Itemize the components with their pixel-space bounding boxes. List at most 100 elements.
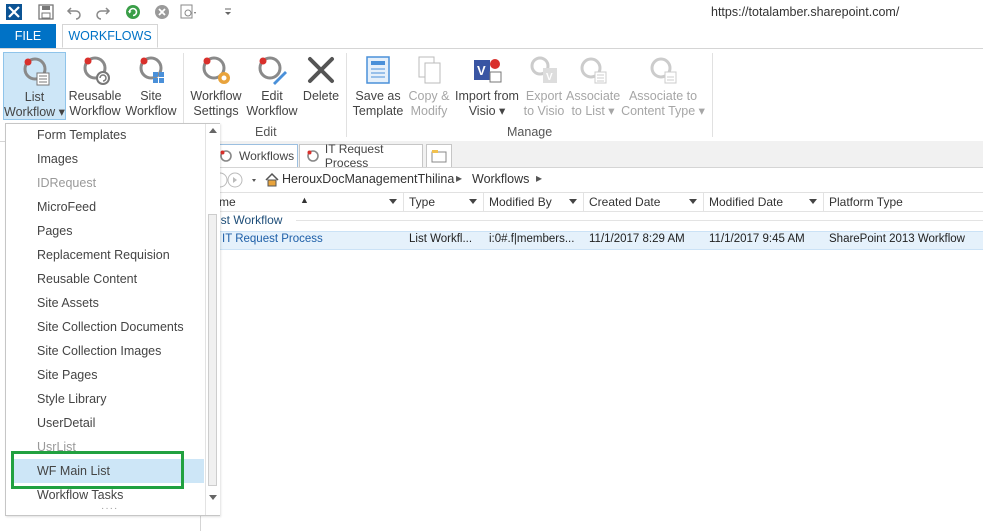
- home-icon[interactable]: [264, 172, 280, 188]
- manage-group-label: Manage: [507, 125, 553, 139]
- list-item[interactable]: Site Pages: [37, 368, 97, 382]
- breadcrumb: HerouxDocManagementThilina ▸ Workflows ▸: [200, 168, 983, 193]
- associate-to-list-button[interactable]: Associate to List ▾: [566, 52, 620, 119]
- tab-workflows-label: Workflows: [239, 149, 295, 163]
- annotation-highlight-box: [11, 451, 184, 489]
- list-item[interactable]: Site Assets: [37, 296, 99, 310]
- column-created-date[interactable]: Created Date: [584, 193, 704, 211]
- breadcrumb-separator: ▸: [536, 171, 543, 185]
- breadcrumb-site[interactable]: HerouxDocManagementThilina: [282, 172, 454, 186]
- quick-access-toolbar: https://totalamber.sharepoint.com/: [0, 0, 983, 24]
- ribbon-separator: [346, 53, 347, 137]
- edit-workflow-button[interactable]: Edit Workflow: [244, 52, 300, 119]
- column-modified-by-label: Modified By: [489, 195, 552, 209]
- filter-dropdown-icon[interactable]: [689, 199, 697, 204]
- edit-workflow-label-2: Workflow: [246, 104, 298, 118]
- breadcrumb-workflows[interactable]: Workflows: [472, 172, 529, 186]
- associate-to-list-label-2: to List ▾: [571, 104, 615, 118]
- site-workflow-button[interactable]: Site Workflow: [124, 52, 178, 119]
- cell-modified-by: i:0#.f|members...: [489, 233, 575, 245]
- save-icon[interactable]: [37, 3, 55, 21]
- column-type-label: Type: [409, 195, 436, 209]
- list-item[interactable]: Pages: [37, 224, 72, 238]
- tab-workflows-doc[interactable]: Workflows: [212, 144, 298, 167]
- delete-button[interactable]: Delete: [300, 52, 342, 104]
- column-modified-date-label: Modified Date: [709, 195, 784, 209]
- column-type[interactable]: Type: [404, 193, 484, 211]
- associate-content-type-icon: [650, 57, 677, 84]
- associate-to-content-type-button[interactable]: Associate to Content Type ▾: [620, 52, 706, 119]
- list-item[interactable]: Form Templates: [37, 128, 126, 142]
- customize-toolbar-icon[interactable]: [219, 3, 237, 21]
- site-workflow-label-1: Site: [140, 89, 162, 103]
- column-platform-type-label: Platform Type: [829, 195, 903, 209]
- save-as-template-label-1: Save as: [355, 89, 401, 103]
- group-divider: [296, 220, 983, 221]
- list-workflow-icon: [23, 57, 49, 86]
- list-item[interactable]: Site Collection Images: [37, 344, 161, 358]
- table-row[interactable]: IT Request Process List Workfl... i:0#.f…: [200, 231, 983, 250]
- preview-icon[interactable]: [180, 3, 198, 21]
- back-forward-icon[interactable]: [218, 172, 258, 188]
- site-url: https://totalamber.sharepoint.com/: [711, 5, 900, 19]
- tab-workflows[interactable]: WORKFLOWS: [62, 24, 158, 48]
- delete-icon: [308, 57, 334, 83]
- delete-label: Delete: [302, 89, 340, 103]
- new-tab-button[interactable]: [426, 144, 452, 167]
- column-created-date-label: Created Date: [589, 195, 661, 209]
- site-workflow-icon: [139, 56, 164, 83]
- document-tabs: Workflows IT Request Process: [200, 141, 983, 170]
- associate-to-content-type-label-2: Content Type ▾: [621, 104, 705, 118]
- list-item[interactable]: MicroFeed: [37, 200, 96, 214]
- stop-icon[interactable]: [153, 3, 171, 21]
- undo-icon[interactable]: [65, 3, 83, 21]
- save-as-template-button[interactable]: Save as Template: [350, 52, 406, 119]
- export-to-visio-button[interactable]: V Export to Visio: [522, 52, 566, 119]
- column-name-label: me: [219, 195, 236, 209]
- column-name[interactable]: me ▲: [214, 193, 404, 211]
- filter-dropdown-icon[interactable]: [569, 199, 577, 204]
- scrollbar-thumb[interactable]: [208, 214, 217, 486]
- reusable-workflow-label-1: Reusable: [68, 89, 122, 103]
- list-item[interactable]: Style Library: [37, 392, 106, 406]
- filter-dropdown-icon[interactable]: [809, 199, 817, 204]
- resize-grip-icon[interactable]: ····: [101, 503, 118, 514]
- redo-icon[interactable]: [94, 3, 112, 21]
- import-from-visio-label-1: Import from: [455, 89, 519, 103]
- list-item[interactable]: UserDetail: [37, 416, 95, 430]
- edit-workflow-label-1: Edit: [261, 89, 283, 103]
- export-to-visio-label-1: Export: [525, 89, 563, 103]
- list-item[interactable]: Site Collection Documents: [37, 320, 184, 334]
- list-item[interactable]: Images: [37, 152, 78, 166]
- copy-modify-label-2: Modify: [410, 104, 448, 118]
- filter-dropdown-icon[interactable]: [389, 199, 397, 204]
- column-platform-type[interactable]: Platform Type: [824, 193, 983, 211]
- tab-file[interactable]: FILE: [0, 24, 56, 48]
- site-workflow-label-2: Workflow: [125, 104, 177, 118]
- list-item[interactable]: Reusable Content: [37, 272, 137, 286]
- refresh-icon[interactable]: [124, 3, 142, 21]
- cell-name[interactable]: IT Request Process: [222, 233, 323, 245]
- reusable-workflow-button[interactable]: Reusable Workflow: [68, 52, 122, 119]
- import-from-visio-button[interactable]: V Import from Visio ▾: [452, 52, 522, 119]
- copy-modify-button[interactable]: Copy & Modify: [405, 52, 453, 119]
- associate-to-list-label-1: Associate: [566, 89, 621, 103]
- list-item[interactable]: IDRequest: [37, 176, 96, 190]
- grid-header: me ▲ Type Modified By Created Date Modif…: [200, 193, 983, 212]
- svg-text:V: V: [546, 72, 553, 83]
- scroll-down-icon[interactable]: [209, 495, 217, 500]
- column-modified-date[interactable]: Modified Date: [704, 193, 824, 211]
- group-label: ist Workflow: [218, 213, 283, 227]
- list-item[interactable]: Replacement Requision: [37, 248, 170, 262]
- cell-type: List Workfl...: [409, 233, 473, 245]
- list-item[interactable]: Workflow Tasks: [37, 488, 123, 502]
- group-header-row[interactable]: ist Workflow: [200, 212, 983, 229]
- workflow-settings-button[interactable]: Workflow Settings: [187, 52, 245, 119]
- list-workflow-button[interactable]: List Workflow ▾: [3, 52, 66, 120]
- tab-it-request-process[interactable]: IT Request Process: [299, 142, 423, 170]
- svg-text:V: V: [477, 63, 486, 78]
- column-modified-by[interactable]: Modified By: [484, 193, 584, 211]
- scroll-up-icon[interactable]: [209, 128, 217, 133]
- filter-dropdown-icon[interactable]: [469, 199, 477, 204]
- dropdown-scrollbar[interactable]: [205, 124, 220, 515]
